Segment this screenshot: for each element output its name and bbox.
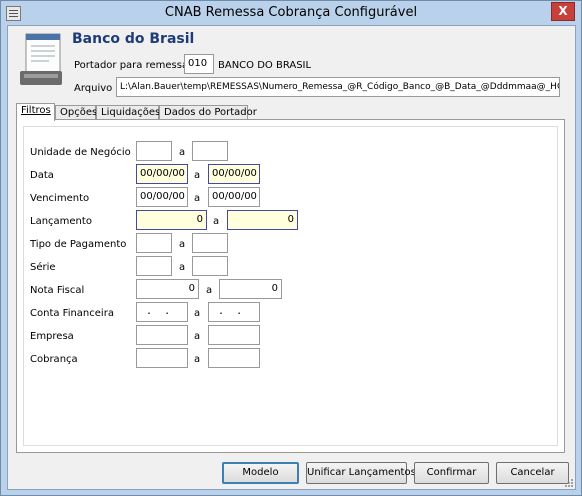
unidade-to-field[interactable]: [192, 141, 228, 161]
serie-from-field[interactable]: [136, 256, 172, 276]
arquivo-path-field[interactable]: L:\Alan.Bauer\temp\REMESSAS\Numero_Remes…: [116, 77, 560, 97]
empresa-to-field[interactable]: [208, 325, 260, 345]
dialog-client-area: Banco do Brasil Portador para remessa 01…: [7, 25, 576, 490]
empresa-from-field[interactable]: [136, 325, 188, 345]
empresa-label: Empresa: [30, 331, 74, 342]
lancamento-to-field[interactable]: 0: [227, 210, 298, 230]
tipo-pagamento-to-field[interactable]: [192, 233, 228, 253]
portador-name: BANCO DO BRASIL: [218, 60, 312, 71]
confirmar-button[interactable]: Confirmar: [414, 462, 489, 484]
dialog-window: CNAB Remessa Cobrança Configurável X Ban…: [0, 0, 582, 496]
portador-label: Portador para remessa: [74, 60, 189, 71]
nota-fiscal-separator: a: [206, 285, 213, 296]
modelo-button[interactable]: Modelo: [222, 462, 299, 484]
tipo-pagamento-from-field[interactable]: [136, 233, 172, 253]
tab-dados-portador[interactable]: Dados do Portador: [159, 105, 257, 120]
serie-separator: a: [179, 262, 186, 273]
resize-grip-icon[interactable]: [564, 478, 574, 488]
cobranca-to-field[interactable]: [208, 348, 260, 368]
empresa-separator: a: [194, 331, 201, 342]
cobranca-label: Cobrança: [30, 354, 78, 365]
unificar-lancamentos-button[interactable]: Unificar Lançamentos: [306, 462, 416, 484]
filtros-group: Unidade de Negócio a Data 00/00/00 a 00/…: [23, 126, 558, 446]
portador-code-field[interactable]: 010: [184, 54, 214, 74]
nota-fiscal-to-field[interactable]: 0: [219, 279, 282, 299]
unidade-from-field[interactable]: [136, 141, 172, 161]
vencimento-separator: a: [194, 193, 201, 204]
data-label: Data: [30, 170, 54, 181]
conta-from-field[interactable]: . .: [136, 302, 188, 322]
nota-fiscal-label: Nota Fiscal: [30, 285, 85, 296]
filtros-panel: Unidade de Negócio a Data 00/00/00 a 00/…: [16, 119, 565, 453]
lancamento-separator: a: [213, 216, 220, 227]
tab-liquidacoes[interactable]: Liquidações: [96, 105, 160, 120]
unidade-label: Unidade de Negócio: [30, 147, 131, 158]
title-bar[interactable]: CNAB Remessa Cobrança Configurável X: [1, 1, 581, 25]
cobranca-separator: a: [194, 354, 201, 365]
bank-name: Banco do Brasil: [72, 31, 195, 47]
lancamento-label: Lançamento: [30, 216, 92, 227]
conta-financeira-label: Conta Financeira: [30, 308, 114, 319]
tab-opcoes[interactable]: Opções: [55, 105, 97, 120]
document-icon: [20, 33, 62, 85]
nota-fiscal-from-field[interactable]: 0: [136, 279, 199, 299]
unidade-separator: a: [179, 147, 186, 158]
serie-label: Série: [30, 262, 56, 273]
vencimento-to-field[interactable]: 00/00/00: [208, 187, 260, 207]
conta-to-field[interactable]: . .: [208, 302, 260, 322]
tipo-pagamento-label: Tipo de Pagamento: [30, 239, 127, 250]
lancamento-from-field[interactable]: 0: [136, 210, 207, 230]
close-button[interactable]: X: [551, 2, 575, 21]
arquivo-label: Arquivo: [74, 83, 113, 94]
conta-separator: a: [194, 308, 201, 319]
cancelar-button[interactable]: Cancelar: [496, 462, 569, 484]
tab-filtros[interactable]: Filtros: [16, 103, 55, 121]
cobranca-from-field[interactable]: [136, 348, 188, 368]
tipo-pagamento-separator: a: [179, 239, 186, 250]
vencimento-label: Vencimento: [30, 193, 90, 204]
data-from-field[interactable]: 00/00/00: [136, 164, 188, 184]
window-title: CNAB Remessa Cobrança Configurável: [164, 5, 418, 20]
serie-to-field[interactable]: [192, 256, 228, 276]
vencimento-from-field[interactable]: 00/00/00: [136, 187, 188, 207]
data-to-field[interactable]: 00/00/00: [208, 164, 260, 184]
data-separator: a: [194, 170, 201, 181]
